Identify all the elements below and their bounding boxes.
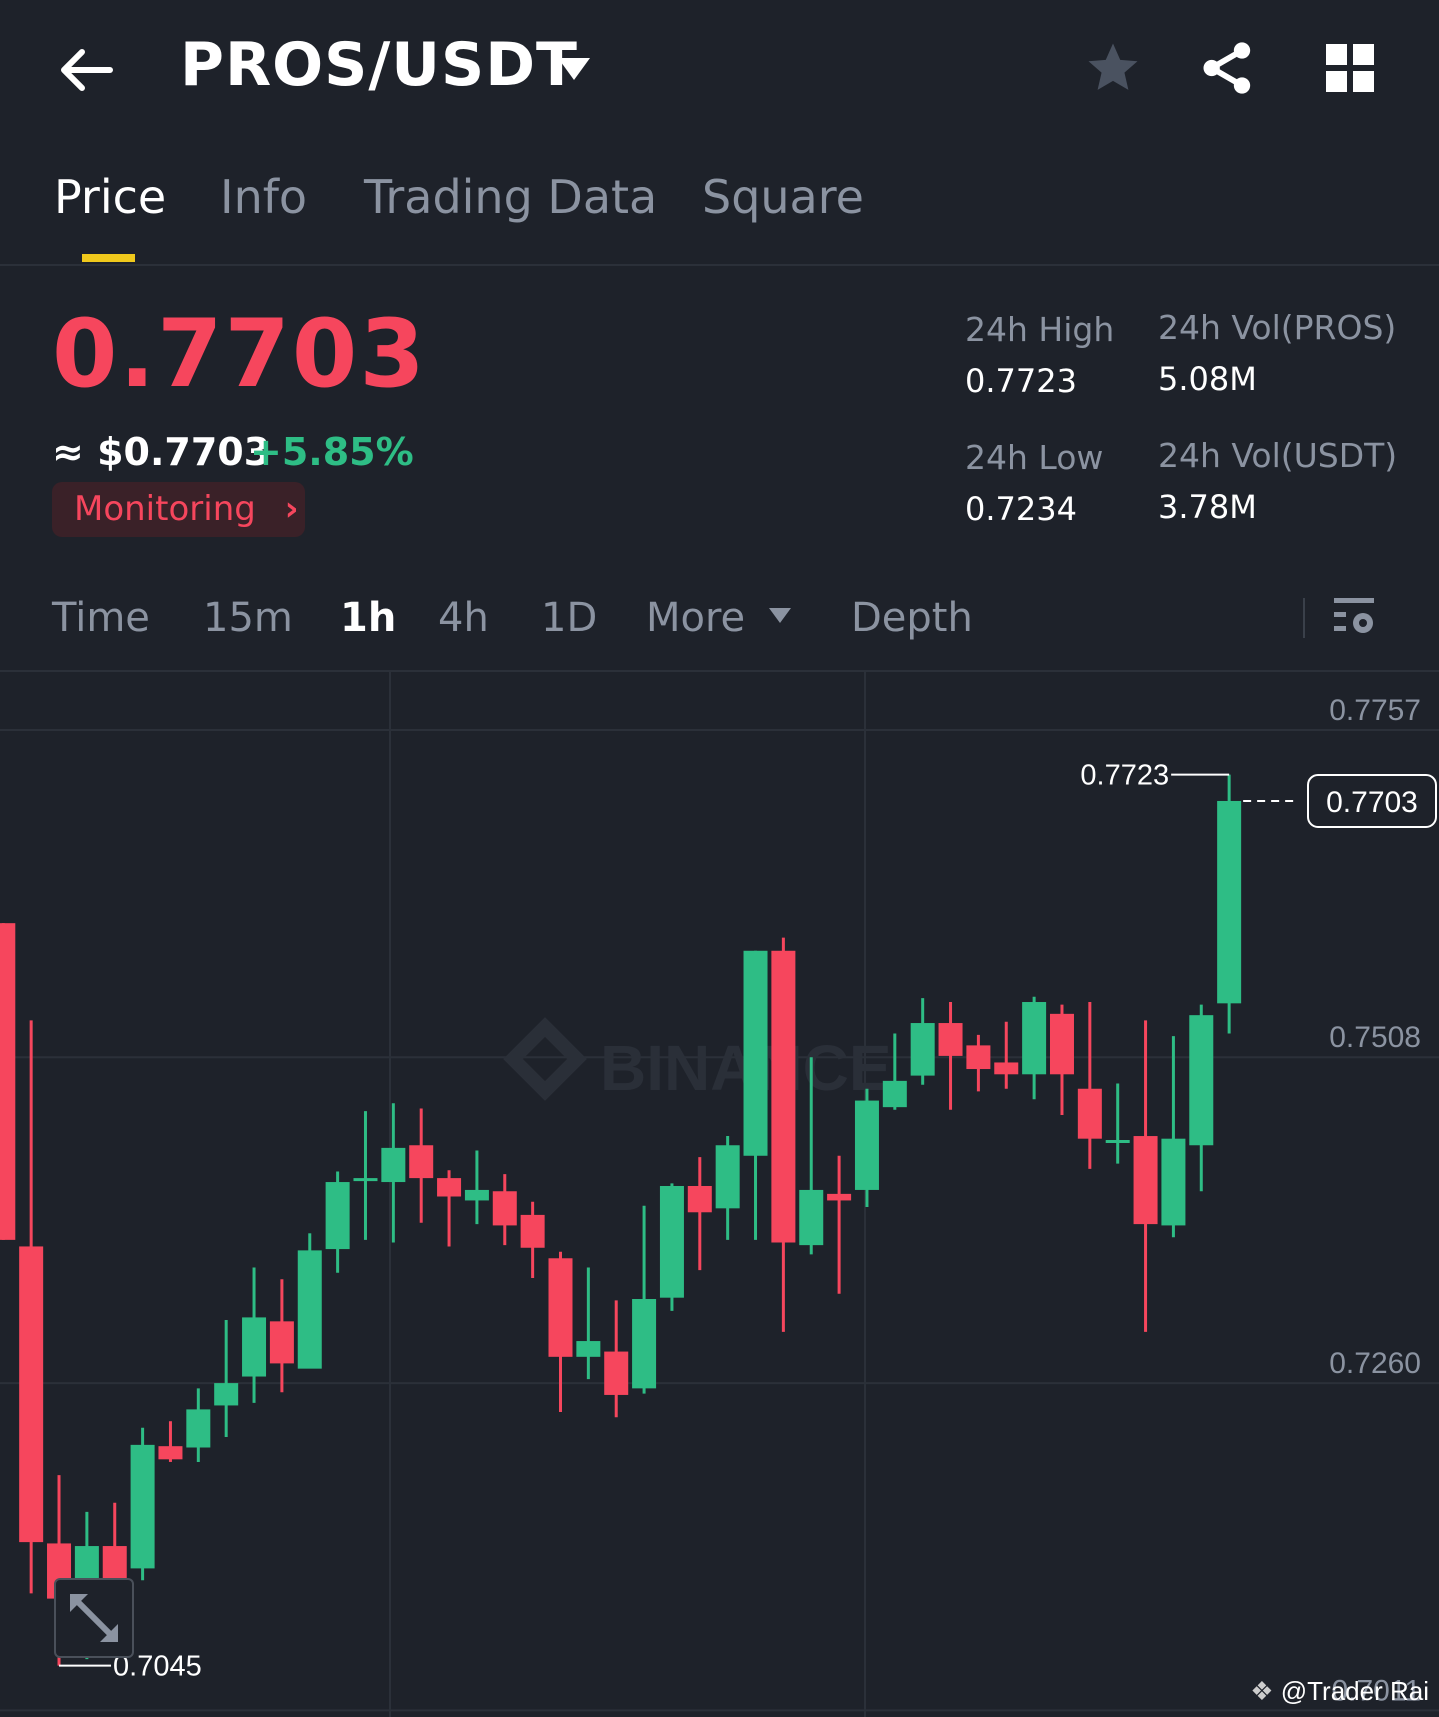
- candle-body: [1105, 1139, 1130, 1143]
- candle-body: [604, 1351, 629, 1395]
- interval-more[interactable]: More: [646, 595, 792, 641]
- binance-watermark-logo: [503, 1017, 587, 1101]
- active-tab-indicator: [82, 254, 135, 262]
- high-label: 24h High: [965, 310, 1115, 349]
- vol-quote-value: 3.78M: [1158, 488, 1257, 526]
- last-price: 0.7703: [52, 300, 427, 409]
- divider: [0, 264, 1439, 266]
- caret-down-icon: [768, 608, 791, 623]
- share-button[interactable]: [1200, 40, 1256, 100]
- candle-body: [242, 1317, 267, 1377]
- candle-body: [0, 923, 16, 1240]
- candle-body: [966, 1045, 991, 1070]
- candle-body: [743, 950, 768, 1156]
- candle-body: [548, 1258, 573, 1357]
- candle-body: [214, 1383, 239, 1406]
- candle-body: [771, 950, 796, 1243]
- fullscreen-button[interactable]: [54, 1578, 134, 1658]
- vol-base-value: 5.08M: [1158, 360, 1257, 398]
- monitoring-button[interactable]: Monitoring ›: [52, 482, 305, 537]
- share-icon: [1203, 42, 1251, 94]
- candle-body: [659, 1185, 684, 1298]
- interval-4h[interactable]: 4h: [438, 595, 489, 641]
- interval-depth[interactable]: Depth: [851, 595, 973, 641]
- watermark-text: @Trader Rai: [1280, 1676, 1429, 1706]
- candle-body: [827, 1193, 852, 1201]
- pair-dropdown[interactable]: [556, 56, 592, 86]
- divider: [1303, 598, 1305, 638]
- candle-body: [1022, 1002, 1047, 1075]
- candle-body: [464, 1189, 489, 1201]
- candle-body: [938, 1023, 963, 1056]
- interval-1h[interactable]: 1h: [340, 595, 396, 641]
- tab-trading-data[interactable]: Trading Data: [364, 170, 657, 224]
- candle-body: [297, 1250, 322, 1369]
- candle-body: [632, 1299, 657, 1389]
- candle-body: [325, 1182, 350, 1250]
- chart-settings-icon: [1334, 598, 1374, 633]
- high-value: 0.7723: [965, 362, 1077, 400]
- candle-body: [910, 1023, 935, 1076]
- vol-quote-label: 24h Vol(USDT): [1158, 436, 1398, 475]
- candle-body: [381, 1147, 406, 1183]
- candle-body: [437, 1178, 462, 1197]
- y-axis-label: 0.7260: [1329, 1347, 1421, 1380]
- star-icon: [1088, 43, 1138, 90]
- tab-square[interactable]: Square: [702, 170, 864, 224]
- candle-body: [1077, 1088, 1102, 1139]
- back-arrow-icon: [61, 49, 113, 91]
- y-axis-label: 0.7508: [1329, 1021, 1421, 1054]
- dropdown-icon: [558, 58, 590, 80]
- last-price-tag-label: 0.7703: [1326, 786, 1418, 819]
- candle-body: [1133, 1136, 1158, 1225]
- candle-body: [19, 1246, 44, 1543]
- back-button[interactable]: [56, 40, 116, 100]
- low-value: 0.7234: [965, 490, 1077, 528]
- candle-body: [576, 1341, 601, 1357]
- grid-icon: [1326, 44, 1374, 92]
- tab-info[interactable]: Info: [220, 170, 307, 224]
- candle-body: [158, 1446, 183, 1460]
- candle-body: [409, 1145, 434, 1179]
- chart-settings-button[interactable]: [1332, 596, 1376, 644]
- candle-body: [1049, 1013, 1074, 1075]
- pair-title[interactable]: PROS/USDT: [180, 30, 578, 100]
- favorite-button[interactable]: [1085, 40, 1141, 100]
- chevron-right-icon: ›: [284, 489, 299, 529]
- candle-body: [130, 1444, 155, 1569]
- candle-body: [520, 1214, 545, 1248]
- watermark: ❖ @Trader Rai: [1250, 1676, 1429, 1707]
- candlestick-chart[interactable]: 0.77570.75080.72600.7011BINANCE0.77230.7…: [0, 672, 1439, 1717]
- usd-price: ≈ $0.7703: [52, 430, 271, 474]
- candle-body: [994, 1062, 1019, 1075]
- candle-body: [715, 1145, 740, 1209]
- candle-body: [1189, 1015, 1214, 1146]
- price-change: +5.85%: [250, 430, 414, 474]
- candle-body: [186, 1409, 211, 1448]
- low-label: 24h Low: [965, 438, 1104, 477]
- expand-icon: [70, 1594, 118, 1642]
- more-label: More: [646, 595, 746, 641]
- layout-button[interactable]: [1326, 44, 1376, 98]
- candle-body: [1161, 1138, 1186, 1226]
- candle-body: [854, 1100, 879, 1190]
- candle-body: [492, 1191, 517, 1226]
- max-price-label: 0.7723: [1080, 760, 1169, 792]
- monitoring-label: Monitoring: [74, 489, 256, 529]
- tab-price[interactable]: Price: [54, 170, 166, 224]
- binance-logo-icon: ❖: [1250, 1676, 1274, 1706]
- interval-time[interactable]: Time: [52, 595, 150, 641]
- interval-1d[interactable]: 1D: [541, 595, 597, 641]
- vol-base-label: 24h Vol(PROS): [1158, 308, 1397, 347]
- candle-body: [799, 1189, 824, 1246]
- candle-body: [269, 1321, 294, 1364]
- y-axis-label: 0.7757: [1329, 694, 1421, 727]
- candle-body: [882, 1080, 907, 1108]
- candle-body: [353, 1178, 378, 1182]
- candle-body: [1217, 800, 1242, 1004]
- candle-body: [687, 1185, 712, 1213]
- interval-15m[interactable]: 15m: [203, 595, 293, 641]
